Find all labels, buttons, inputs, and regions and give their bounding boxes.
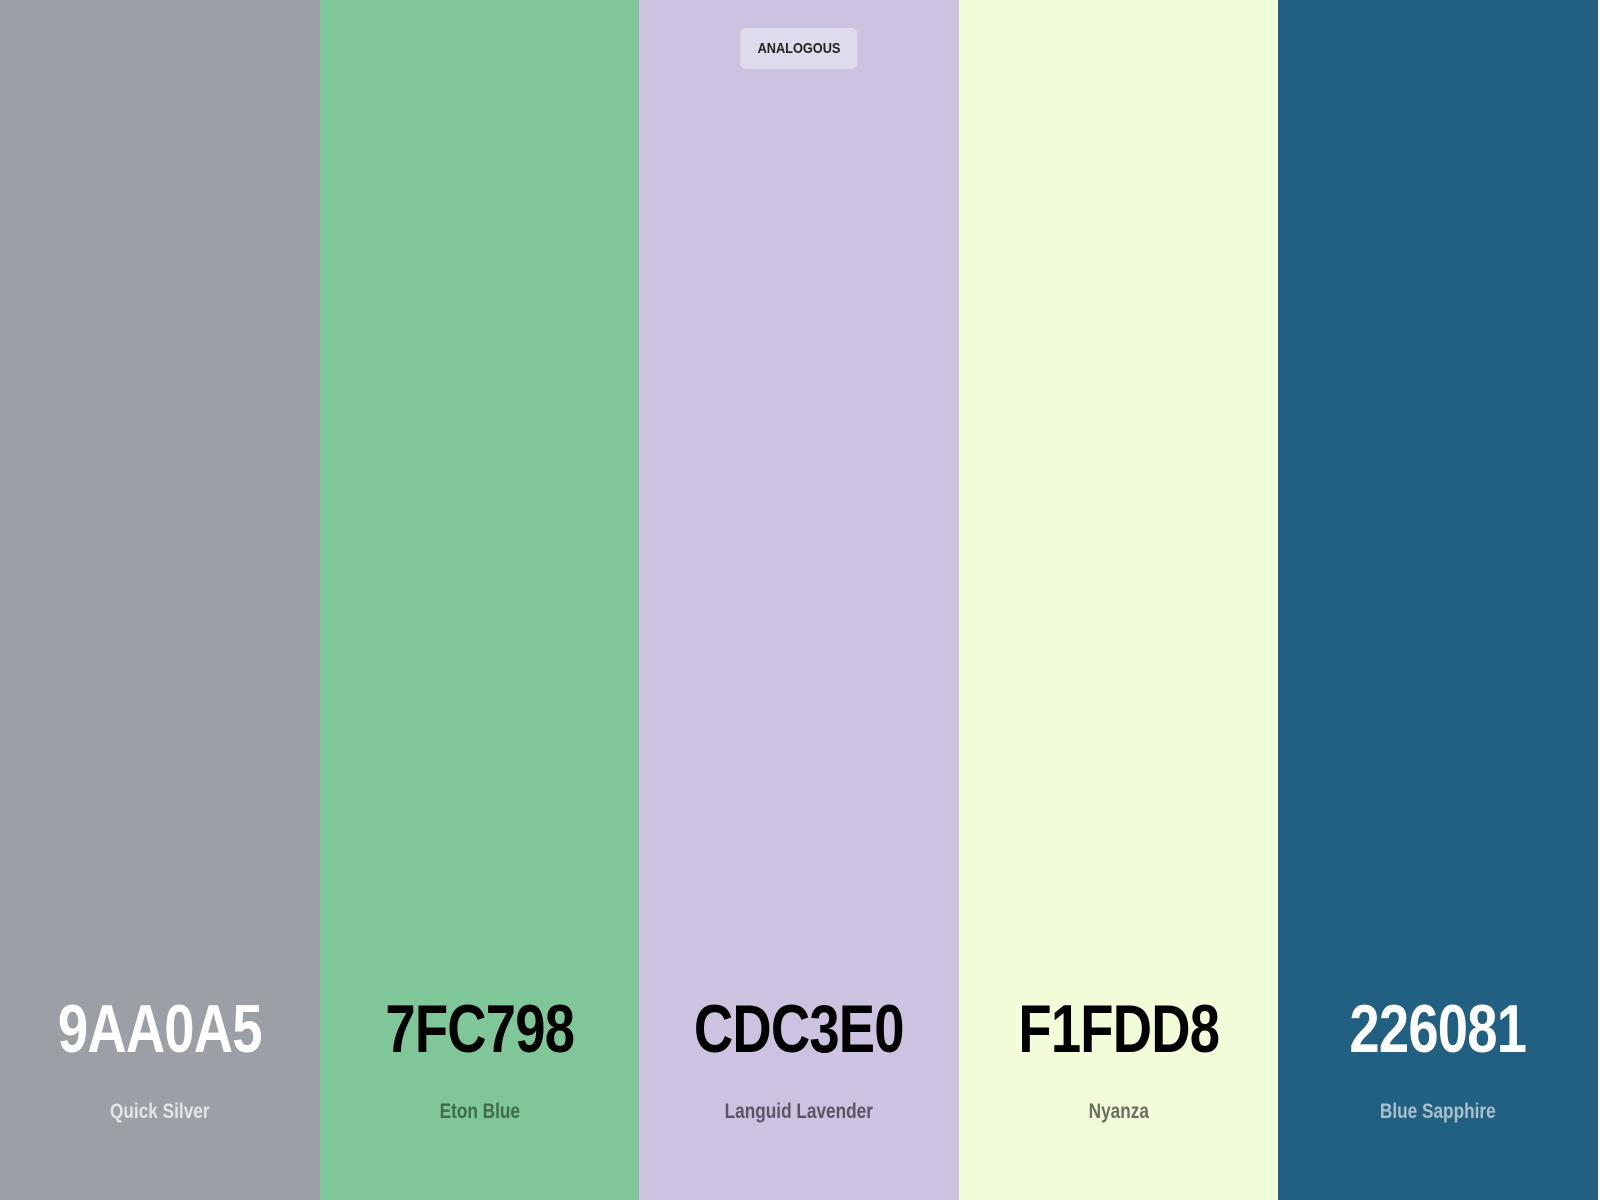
color-name: Nyanza bbox=[1088, 1100, 1149, 1123]
color-name: Blue Sapphire bbox=[1380, 1100, 1497, 1123]
hex-code[interactable]: 7FC798 bbox=[352, 990, 608, 1068]
color-swatch-3[interactable]: F1FDD8 Nyanza bbox=[958, 0, 1279, 1200]
hex-code[interactable]: 9AA0A5 bbox=[32, 990, 288, 1068]
scheme-badge-label: ANALOGOUS bbox=[757, 40, 841, 57]
hex-code[interactable]: CDC3E0 bbox=[671, 990, 927, 1068]
color-name: Eton Blue bbox=[439, 1100, 520, 1123]
color-swatch-0[interactable]: 9AA0A5 Quick Silver bbox=[0, 0, 320, 1200]
color-name: Languid Lavender bbox=[724, 1100, 874, 1123]
color-swatch-1[interactable]: 7FC798 Eton Blue bbox=[319, 0, 640, 1200]
color-palette: 9AA0A5 Quick Silver 7FC798 Eton Blue ANA… bbox=[0, 0, 1598, 1200]
color-name: Quick Silver bbox=[110, 1100, 210, 1123]
hex-code[interactable]: F1FDD8 bbox=[991, 990, 1247, 1068]
color-swatch-4[interactable]: 226081 Blue Sapphire bbox=[1278, 0, 1598, 1200]
hex-code[interactable]: 226081 bbox=[1310, 990, 1566, 1068]
color-swatch-2[interactable]: ANALOGOUS CDC3E0 Languid Lavender bbox=[639, 0, 959, 1200]
scheme-badge: ANALOGOUS bbox=[740, 28, 858, 69]
